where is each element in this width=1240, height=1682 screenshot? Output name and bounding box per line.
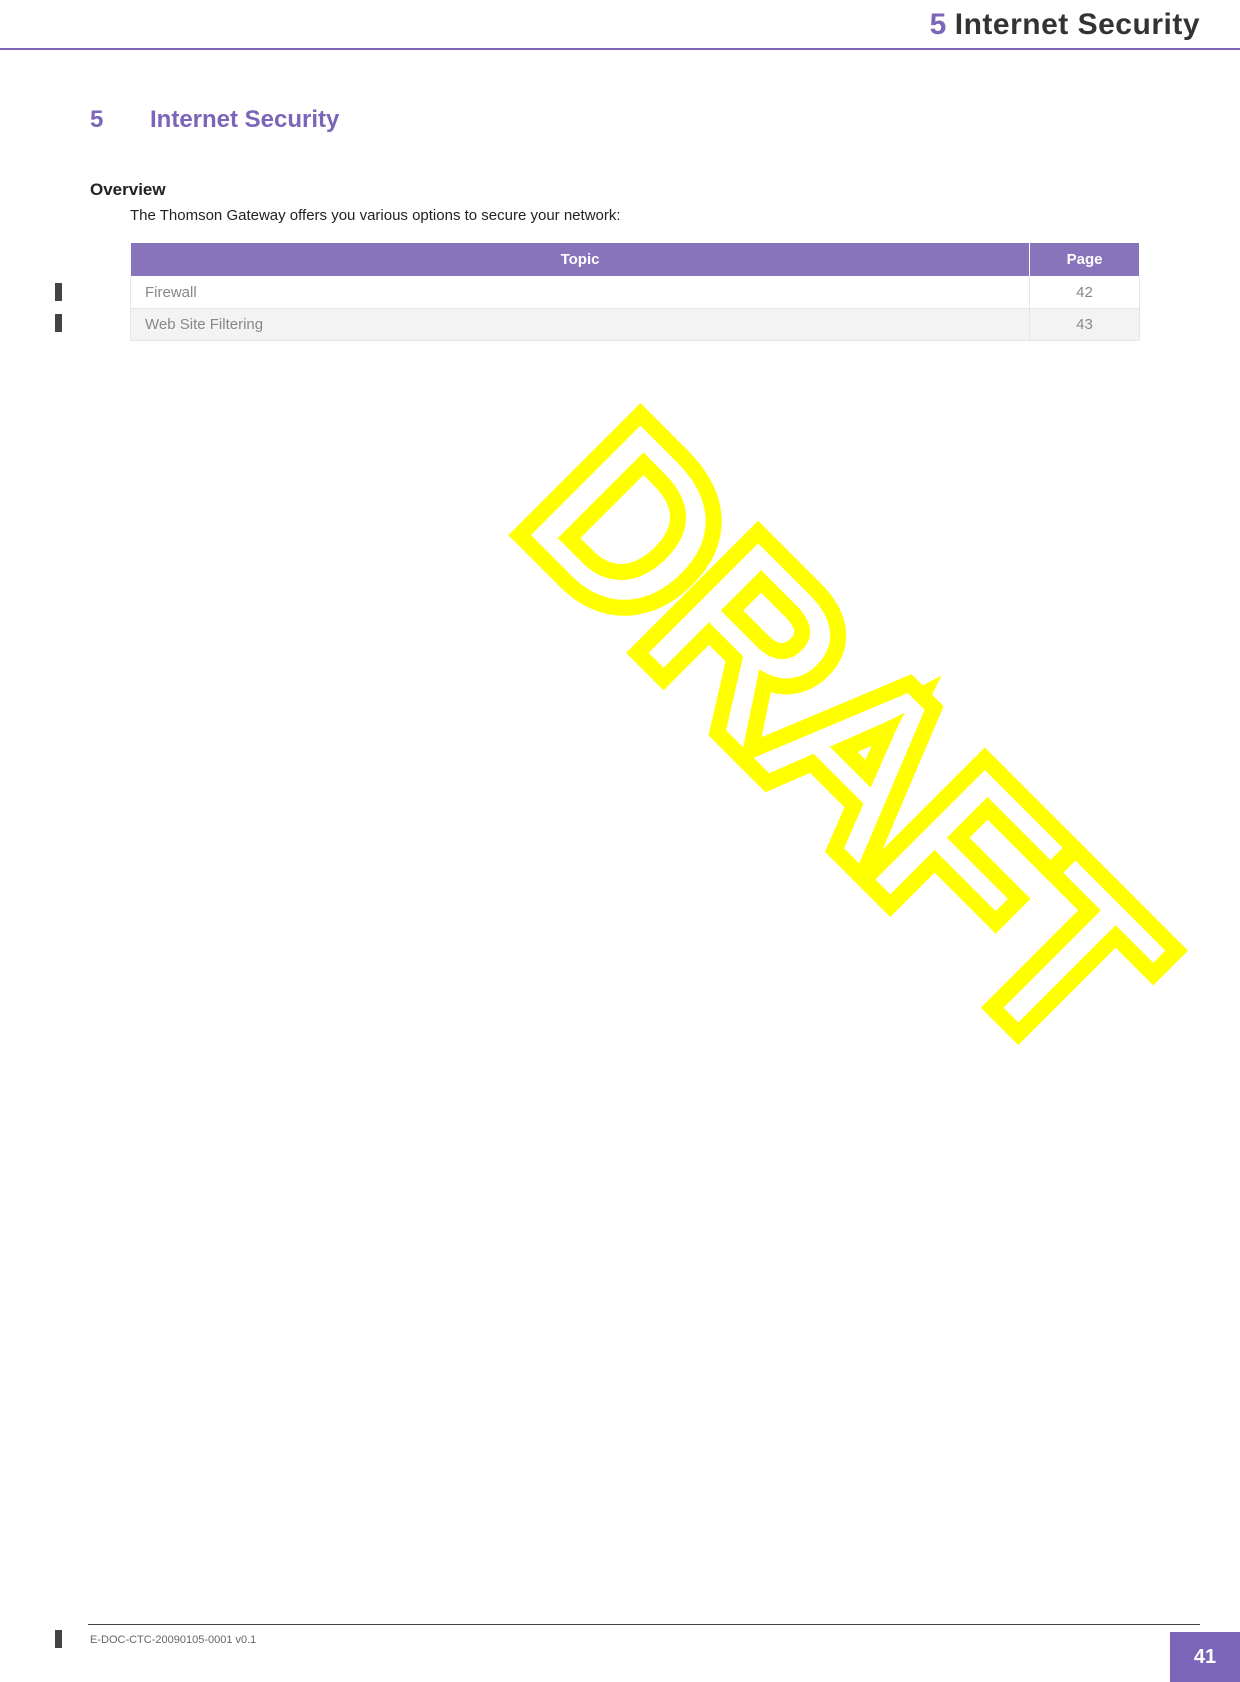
table-header-topic: Topic xyxy=(131,243,1030,277)
document-code: E-DOC-CTC-20090105-0001 v0.1 xyxy=(90,1634,256,1646)
table-header-row: Topic Page xyxy=(131,243,1140,277)
running-header: 5Internet Security xyxy=(930,8,1200,42)
intro-text: The Thomson Gateway offers you various o… xyxy=(130,207,621,224)
page-cell[interactable]: 42 xyxy=(1030,277,1140,309)
content: 5Internet Security 5Internet Security Ov… xyxy=(0,0,1240,1682)
table-header-page: Page xyxy=(1030,243,1140,277)
chapter-heading-title: Internet Security xyxy=(150,106,339,133)
chapter-heading-number: 5 xyxy=(90,106,150,134)
table-row: Web Site Filtering 43 xyxy=(131,309,1140,341)
section-label-overview: Overview xyxy=(90,180,166,200)
header-rule xyxy=(0,48,1240,50)
topic-cell[interactable]: Web Site Filtering xyxy=(131,309,1030,341)
page-number: 41 xyxy=(1170,1632,1240,1682)
footer-rule xyxy=(88,1624,1200,1625)
revision-bar xyxy=(55,1630,62,1648)
footer: E-DOC-CTC-20090105-0001 v0.1 41 xyxy=(0,1624,1240,1682)
chapter-heading: 5Internet Security xyxy=(90,106,339,134)
table-row: Firewall 42 xyxy=(131,277,1140,309)
header-chapter-title: Internet Security xyxy=(955,8,1200,41)
header-chapter-number: 5 xyxy=(930,8,947,41)
page-cell[interactable]: 43 xyxy=(1030,309,1140,341)
revision-bar xyxy=(55,314,62,332)
page: DRAFT DRAFT 5Internet Security 5Internet… xyxy=(0,0,1240,1682)
topic-table: Topic Page Firewall 42 Web Site Filterin… xyxy=(130,242,1140,341)
revision-bar xyxy=(55,283,62,301)
topic-cell[interactable]: Firewall xyxy=(131,277,1030,309)
